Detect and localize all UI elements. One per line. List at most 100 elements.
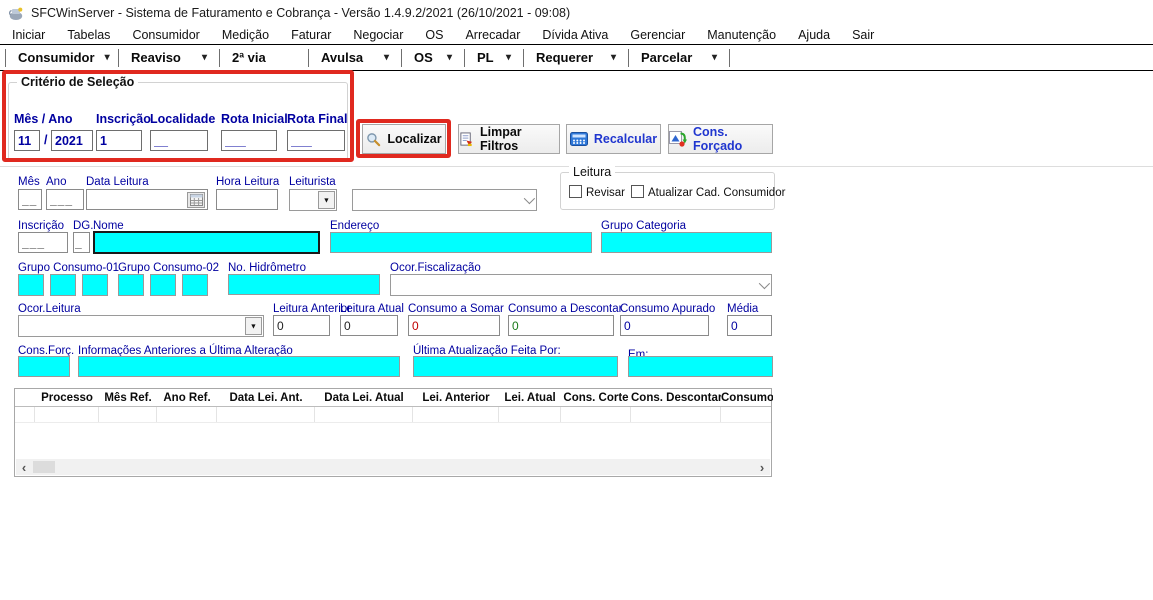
endereco-field[interactable] [330,232,592,253]
consumo-somar-label: Consumo a Somar [408,303,504,315]
criteria-mes-input[interactable] [14,130,40,151]
leitura-atual-label: Leitura Atual [340,303,404,315]
grid-header-row: Processo Mês Ref. Ano Ref. Data Lei. Ant… [15,389,771,407]
dropdown-arrow-icon [506,52,511,63]
clear-filters-icon [459,132,474,147]
rota-final-label: Rota Final [287,112,347,126]
cons-forc-field[interactable] [18,356,70,377]
dropdown-arrow-icon [712,52,717,63]
calculator-icon [570,132,588,146]
criteria-rota-inicial-input[interactable] [221,130,277,151]
menu-sair[interactable]: Sair [841,28,885,42]
grupo-consumo-01-field-3[interactable] [82,274,108,296]
dg-input[interactable] [73,232,90,253]
menu-divida-ativa[interactable]: Dívida Ativa [531,28,619,42]
menu-tabelas[interactable]: Tabelas [56,28,121,42]
grupo-consumo-01-field-1[interactable] [18,274,44,296]
leiturista-code-combobox[interactable] [289,189,337,211]
info-anteriores-field[interactable] [78,356,400,377]
mes-label: Mês [18,176,40,188]
hora-leitura-label: Hora Leitura [216,176,279,188]
calendar-icon [190,194,203,206]
menu-arrecadar[interactable]: Arrecadar [454,28,531,42]
grid-header-ano-ref: Ano Ref. [157,392,217,404]
dropdown-arrow-icon [384,52,389,63]
cons-forcado-button[interactable]: Cons. Forçado [668,124,773,154]
toolbar-consumidor-button[interactable]: Consumidor [6,45,118,70]
horizontal-scrollbar[interactable] [16,459,770,475]
dropdown-button-icon[interactable] [318,191,335,209]
menu-faturar[interactable]: Faturar [280,28,342,42]
criteria-title: Critério de Seleção [17,75,138,89]
scroll-right-icon[interactable] [754,459,770,475]
grupo-consumo-01-field-2[interactable] [50,274,76,296]
criteria-localidade-input[interactable] [150,130,208,151]
grid-header-cons-descontar: Cons. Descontar [631,392,721,404]
scroll-left-icon[interactable] [16,459,32,475]
menu-consumidor[interactable]: Consumidor [121,28,210,42]
grupo-consumo-02-field-2[interactable] [150,274,176,296]
app-window: SFCWinServer - Sistema de Faturamento e … [0,0,1153,600]
recalcular-button[interactable]: Recalcular [566,124,661,154]
data-leitura-input[interactable] [86,189,208,210]
toolbar-divider [729,49,730,67]
toolbar-requerer-button[interactable]: Requerer [524,45,628,70]
toolbar-os-button[interactable]: OS [402,45,464,70]
grupo-categoria-field[interactable] [601,232,772,253]
calendar-button[interactable] [187,192,205,208]
dropdown-arrow-icon [202,52,207,63]
limpar-filtros-button[interactable]: Limpar Filtros [458,124,560,154]
revisar-checkbox[interactable]: Revisar [569,185,625,199]
leitura-groupbox: Leitura Revisar Atualizar Cad. Consumido… [560,172,775,210]
dropdown-button-icon[interactable] [245,317,262,335]
toolbar-avulsa-button[interactable]: Avulsa [309,45,401,70]
consumo-descontar-input[interactable] [508,315,614,336]
toolbar-reaviso-button[interactable]: Reaviso [119,45,219,70]
menu-gerenciar[interactable]: Gerenciar [619,28,696,42]
media-label: Média [727,303,758,315]
nome-field[interactable] [93,231,320,254]
ultima-atualizacao-field[interactable] [413,356,618,377]
inscricao2-input[interactable] [18,232,68,253]
hidrometro-field[interactable] [228,274,380,295]
leitura-group-label: Leitura [569,165,615,179]
menu-os[interactable]: OS [414,28,454,42]
criteria-rota-final-input[interactable] [287,130,345,151]
leitura-anterior-input[interactable] [273,315,330,336]
criteria-ano-input[interactable] [51,130,93,151]
toolbar-parcelar-button[interactable]: Parcelar [629,45,729,70]
dropdown-arrow-icon [447,52,452,63]
leiturista-name-combobox[interactable] [352,189,537,211]
toolbar-pl-button[interactable]: PL [465,45,523,70]
ocor-fiscalizacao-combobox[interactable] [390,274,772,296]
leitura-atual-input[interactable] [340,315,398,336]
mes-ano-slash: / [44,133,47,147]
toolbar-segunda-via-button[interactable]: 2ª via [220,45,308,70]
menu-negociar[interactable]: Negociar [342,28,414,42]
atualizar-cad-consumidor-checkbox[interactable]: Atualizar Cad. Consumidor [631,185,785,199]
hora-leitura-input[interactable] [216,189,278,210]
ocor-leitura-combobox[interactable] [18,315,264,337]
ano-input[interactable] [46,189,84,210]
data-leitura-label: Data Leitura [86,176,149,188]
grupo-consumo-02-field-1[interactable] [118,274,144,296]
consumo-apurado-input[interactable] [620,315,709,336]
menu-manutencao[interactable]: Manutenção [696,28,787,42]
ano-label: Ano [46,176,66,188]
consumo-somar-input[interactable] [408,315,500,336]
em-field[interactable] [628,356,773,377]
forced-consumption-icon [669,131,687,147]
dropdown-arrow-icon [611,52,616,63]
window-title: SFCWinServer - Sistema de Faturamento e … [31,6,570,20]
scrollbar-thumb[interactable] [33,461,55,473]
criteria-inscricao-input[interactable] [96,130,142,151]
menu-iniciar[interactable]: Iniciar [1,28,56,42]
mes-input[interactable] [18,189,42,210]
grupo-consumo-02-field-3[interactable] [182,274,208,296]
localizar-button[interactable]: Localizar [362,124,446,154]
media-input[interactable] [727,315,772,336]
menu-ajuda[interactable]: Ajuda [787,28,841,42]
title-bar: SFCWinServer - Sistema de Faturamento e … [0,0,1153,26]
grid-empty-row [15,407,771,423]
menu-medicao[interactable]: Medição [211,28,280,42]
